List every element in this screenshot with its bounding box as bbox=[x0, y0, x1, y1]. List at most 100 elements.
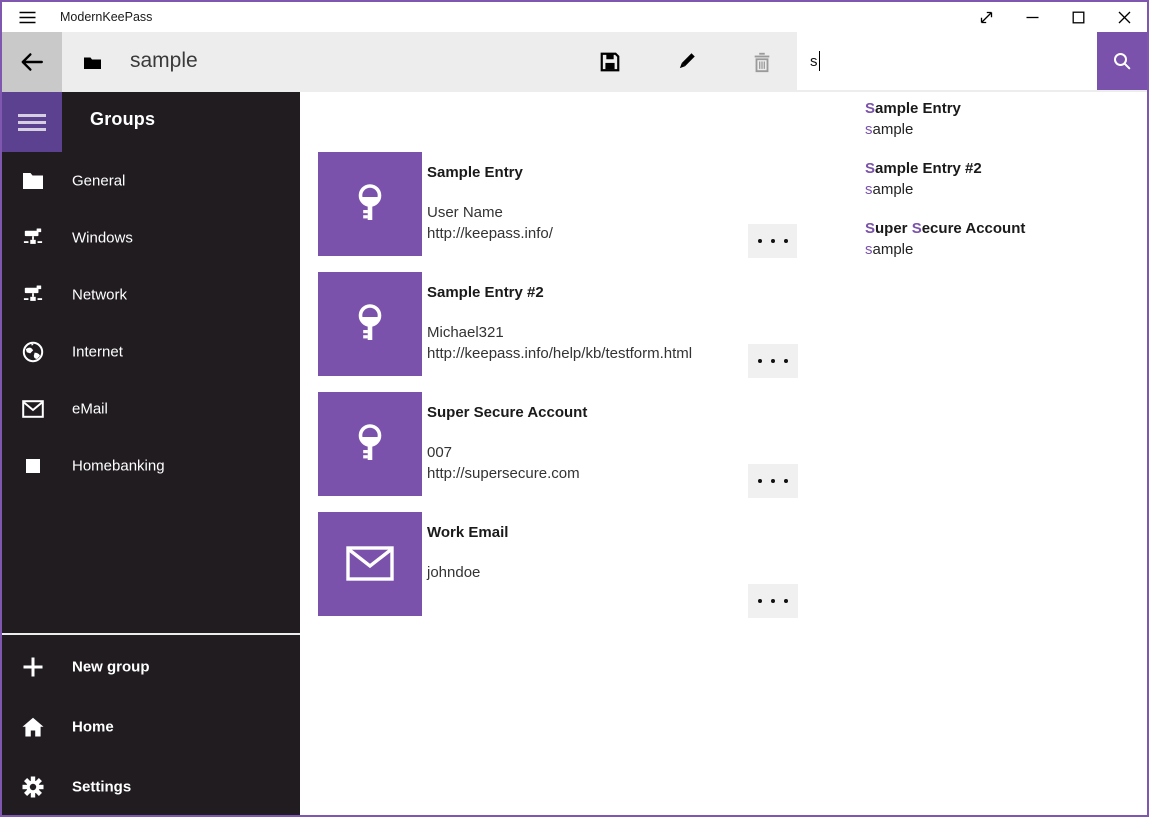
sidebar-item-label: Homebanking bbox=[72, 457, 165, 474]
close-button[interactable] bbox=[1101, 2, 1147, 32]
command-label: Home bbox=[72, 719, 114, 736]
save-icon bbox=[599, 51, 621, 73]
fullscreen-button[interactable] bbox=[963, 2, 1009, 32]
app-title: ModernKeePass bbox=[60, 2, 152, 32]
nav-hamburger-button[interactable] bbox=[2, 92, 62, 152]
hamburger-icon bbox=[18, 114, 46, 131]
sidebar-item-email[interactable]: eMail bbox=[2, 380, 300, 437]
more-icon bbox=[758, 599, 788, 603]
entry-details: johndoe bbox=[427, 562, 480, 583]
result-subtitle: sample bbox=[865, 239, 1147, 260]
search-input-value: s bbox=[810, 53, 818, 70]
sidebar-item-label: Network bbox=[72, 286, 127, 303]
entry-list: Sample Entry User Name http://keepass.in… bbox=[300, 152, 840, 632]
entry-details: User Name http://keepass.info/ bbox=[427, 202, 553, 244]
sidebar-item-label: General bbox=[72, 172, 125, 189]
home-icon bbox=[22, 716, 44, 738]
titlebar: ModernKeePass bbox=[2, 2, 1147, 32]
search-icon bbox=[1112, 51, 1132, 71]
toolbar bbox=[586, 38, 786, 86]
search-result[interactable]: Super Secure Account sample bbox=[797, 212, 1147, 272]
sidebar-commands: New group Home bbox=[2, 637, 300, 817]
home-button[interactable]: Home bbox=[2, 697, 300, 757]
entry-tile bbox=[318, 272, 422, 376]
sidebar-item-label: eMail bbox=[72, 400, 108, 417]
sidebar-item-windows[interactable]: Windows bbox=[2, 209, 300, 266]
plus-icon bbox=[22, 656, 44, 678]
sidebar-item-internet[interactable]: Internet bbox=[2, 323, 300, 380]
search-results-dropdown: Sample Entry sample Sample Entry #2 samp… bbox=[797, 92, 1147, 290]
delete-button[interactable] bbox=[738, 38, 786, 86]
more-button[interactable] bbox=[748, 344, 798, 378]
command-bar: sample bbox=[2, 32, 1147, 92]
entry-tile bbox=[318, 392, 422, 496]
more-button[interactable] bbox=[748, 224, 798, 258]
close-icon bbox=[1117, 10, 1132, 25]
search-input[interactable]: s bbox=[797, 32, 1097, 90]
window-controls bbox=[963, 2, 1147, 32]
entry-title: Work Email bbox=[427, 524, 508, 541]
result-subtitle: sample bbox=[865, 119, 1147, 140]
entry-username: johndoe bbox=[427, 562, 480, 583]
command-label: Settings bbox=[72, 779, 131, 796]
network-icon bbox=[22, 227, 44, 249]
minimize-icon bbox=[1025, 10, 1040, 25]
settings-button[interactable]: Settings bbox=[2, 757, 300, 817]
entry-row[interactable]: Work Email johndoe bbox=[300, 512, 840, 632]
entry-username: Michael321 bbox=[427, 322, 692, 343]
new-group-button[interactable]: New group bbox=[2, 637, 300, 697]
result-subtitle: sample bbox=[865, 179, 1147, 200]
hamburger-icon[interactable] bbox=[10, 5, 44, 29]
entry-details: 007 http://supersecure.com bbox=[427, 442, 580, 484]
gear-icon bbox=[22, 776, 44, 798]
entry-url: http://supersecure.com bbox=[427, 463, 580, 484]
minimize-button[interactable] bbox=[1009, 2, 1055, 32]
pencil-icon bbox=[675, 51, 697, 73]
database-icon bbox=[84, 56, 101, 69]
sidebar-item-label: Internet bbox=[72, 343, 123, 360]
sidebar-item-network[interactable]: Network bbox=[2, 266, 300, 323]
more-button[interactable] bbox=[748, 584, 798, 618]
search-result[interactable]: Sample Entry #2 sample bbox=[797, 152, 1147, 212]
maximize-button[interactable] bbox=[1055, 2, 1101, 32]
search-button[interactable] bbox=[1097, 32, 1147, 90]
database-title: sample bbox=[130, 32, 198, 92]
text-cursor bbox=[819, 51, 820, 71]
sidebar-divider bbox=[2, 633, 300, 635]
search-result[interactable]: Sample Entry sample bbox=[797, 92, 1147, 152]
globe-icon bbox=[22, 341, 44, 363]
entry-title: Sample Entry #2 bbox=[427, 284, 544, 301]
back-button[interactable] bbox=[2, 32, 62, 92]
key-icon bbox=[346, 420, 394, 468]
expand-icon bbox=[979, 10, 994, 25]
entry-row[interactable]: Sample Entry User Name http://keepass.in… bbox=[300, 152, 840, 272]
entry-details: Michael321 http://keepass.info/help/kb/t… bbox=[427, 322, 692, 364]
network-icon bbox=[22, 284, 44, 306]
more-icon bbox=[758, 359, 788, 363]
back-arrow-icon bbox=[19, 49, 45, 75]
sidebar-item-general[interactable]: General bbox=[2, 152, 300, 209]
save-button[interactable] bbox=[586, 38, 634, 86]
square-icon bbox=[22, 455, 44, 477]
mail-icon bbox=[346, 546, 394, 582]
key-icon bbox=[346, 180, 394, 228]
sidebar-item-homebanking[interactable]: Homebanking bbox=[2, 437, 300, 494]
group-list: General Windows Network bbox=[2, 152, 300, 494]
groups-heading: Groups bbox=[90, 109, 155, 130]
trash-icon bbox=[751, 51, 773, 73]
key-icon bbox=[346, 300, 394, 348]
entry-username: User Name bbox=[427, 202, 553, 223]
entry-url: http://keepass.info/help/kb/testform.htm… bbox=[427, 343, 692, 364]
entry-row[interactable]: Super Secure Account 007 http://supersec… bbox=[300, 392, 840, 512]
more-icon bbox=[758, 239, 788, 243]
entry-tile bbox=[318, 512, 422, 616]
entry-title: Sample Entry bbox=[427, 164, 523, 181]
edit-button[interactable] bbox=[662, 38, 710, 86]
more-button[interactable] bbox=[748, 464, 798, 498]
app-window: ModernKeePass bbox=[0, 0, 1149, 817]
entry-row[interactable]: Sample Entry #2 Michael321 http://keepas… bbox=[300, 272, 840, 392]
result-title: Super Secure Account bbox=[865, 219, 1147, 239]
entry-tile bbox=[318, 152, 422, 256]
entry-title: Super Secure Account bbox=[427, 404, 587, 421]
sidebar: Groups General Windows Network bbox=[2, 92, 300, 815]
